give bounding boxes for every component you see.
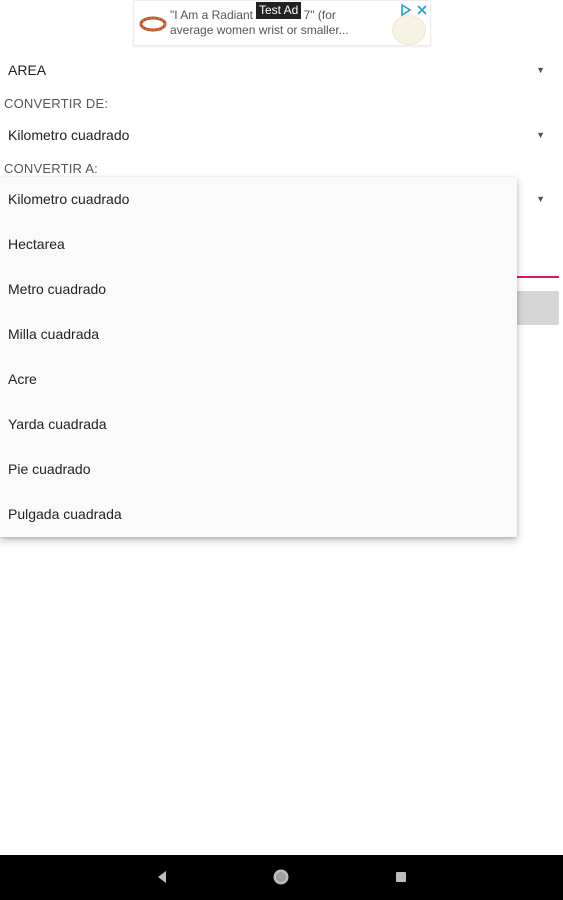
convert-to-label: CONVERTIR A:: [4, 161, 98, 176]
value-input-underline[interactable]: [510, 276, 559, 278]
dropdown-option[interactable]: Kilometro cuadrado: [0, 177, 517, 222]
convert-to-dropdown: Kilometro cuadrado Hectarea Metro cuadra…: [0, 177, 517, 537]
caret-down-icon: ▼: [536, 130, 545, 140]
caret-down-icon[interactable]: ▼: [536, 194, 545, 204]
dropdown-option[interactable]: Pie cuadrado: [0, 447, 517, 492]
back-triangle-icon[interactable]: [152, 867, 172, 887]
dropdown-option[interactable]: Hectarea: [0, 222, 517, 267]
convert-from-select[interactable]: Kilometro cuadrado ▼: [0, 120, 563, 150]
dropdown-option[interactable]: Metro cuadrado: [0, 267, 517, 312]
convert-button[interactable]: [510, 291, 559, 325]
dropdown-option[interactable]: Pulgada cuadrada: [0, 492, 517, 537]
advertiser-logo: [392, 15, 426, 45]
caret-down-icon: ▼: [536, 65, 545, 75]
dropdown-option[interactable]: Yarda cuadrada: [0, 402, 517, 447]
category-select[interactable]: AREA ▼: [0, 55, 563, 85]
navigation-bar: [0, 855, 563, 900]
category-selected: AREA: [8, 62, 47, 78]
ad-banner[interactable]: "I Am a Radiant Bracelet 7" (for average…: [133, 0, 431, 46]
close-icon: [417, 5, 427, 15]
ad-label: Test Ad: [256, 2, 302, 19]
convert-from-label: CONVERTIR DE:: [4, 96, 109, 111]
dropdown-option[interactable]: Acre: [0, 357, 517, 402]
recents-square-icon[interactable]: [391, 867, 411, 887]
home-circle-icon[interactable]: [271, 867, 291, 887]
convert-from-selected: Kilometro cuadrado: [8, 127, 130, 143]
bracelet-thumbnail: [139, 16, 167, 32]
dropdown-option[interactable]: Milla cuadrada: [0, 312, 517, 357]
